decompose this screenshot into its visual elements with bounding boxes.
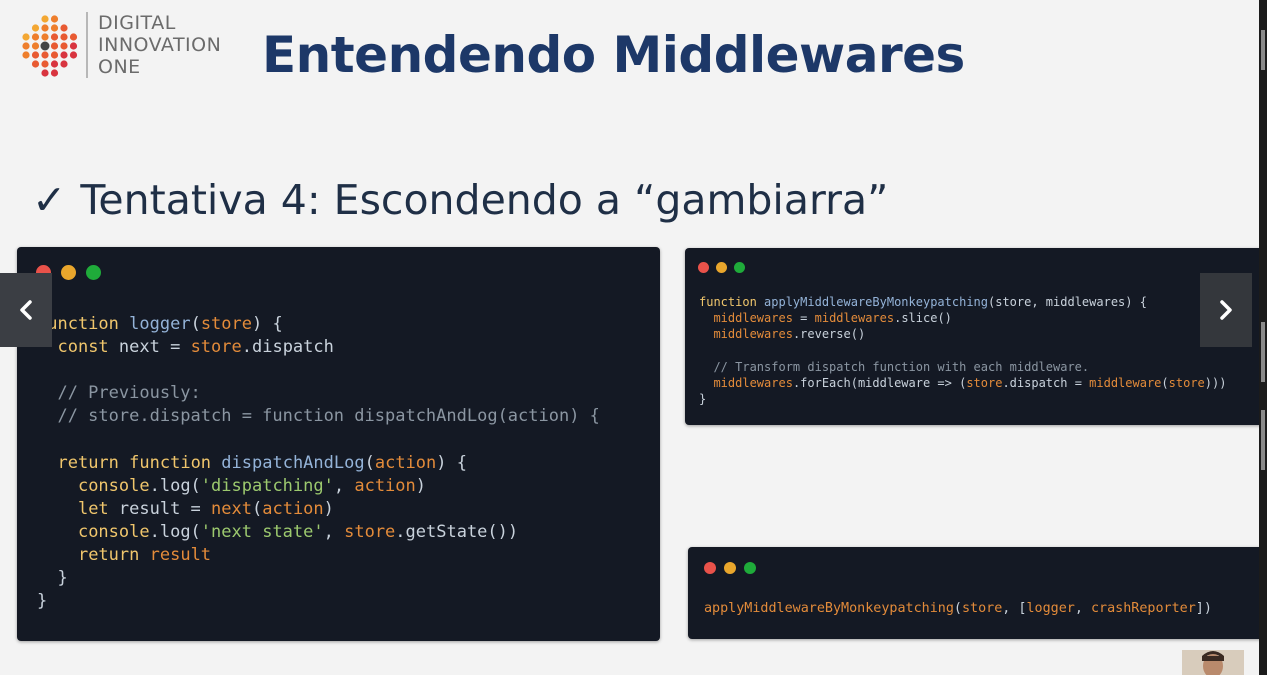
slide-subtitle: ✓ Tentativa 4: Escondendo a “gambiarra” (32, 172, 888, 228)
presenter-avatar (1182, 650, 1244, 675)
previous-slide-button[interactable] (0, 273, 52, 347)
window-controls (704, 562, 756, 574)
dots-logo-icon (22, 15, 78, 77)
minimize-dot-icon (61, 265, 76, 280)
slide-title: Entendendo Middlewares (262, 26, 965, 84)
window-controls (698, 262, 745, 273)
close-dot-icon (698, 262, 709, 273)
close-dot-icon (704, 562, 716, 574)
maximize-dot-icon (734, 262, 745, 273)
presenter-video-thumbnail[interactable] (1182, 650, 1244, 675)
window-edge (1259, 0, 1267, 675)
apply-middleware-code: function applyMiddlewareByMonkeypatching… (699, 295, 1227, 407)
logo-line: INNOVATION (98, 34, 222, 56)
usage-code-window: applyMiddlewareByMonkeypatching(store, [… (688, 547, 1267, 639)
logo-divider (86, 12, 88, 78)
chevron-left-icon (20, 300, 32, 320)
minimize-dot-icon (724, 562, 736, 574)
check-icon: ✓ (32, 176, 67, 224)
maximize-dot-icon (744, 562, 756, 574)
logo-text: DIGITAL INNOVATION ONE (98, 12, 221, 78)
logo-line: DIGITAL (98, 12, 176, 34)
maximize-dot-icon (86, 265, 101, 280)
subtitle-text: Tentativa 4: Escondendo a “gambiarra” (80, 176, 889, 224)
logger-code: function logger(store) { const next = st… (37, 314, 600, 612)
apply-middleware-code-window: function applyMiddlewareByMonkeypatching… (685, 248, 1267, 425)
next-slide-button[interactable] (1200, 273, 1252, 347)
chevron-right-icon (1220, 300, 1232, 320)
logo-line: ONE (98, 56, 141, 78)
usage-code: applyMiddlewareByMonkeypatching(store, [… (704, 601, 1212, 616)
minimize-dot-icon (716, 262, 727, 273)
logger-code-window: function logger(store) { const next = st… (17, 247, 660, 641)
